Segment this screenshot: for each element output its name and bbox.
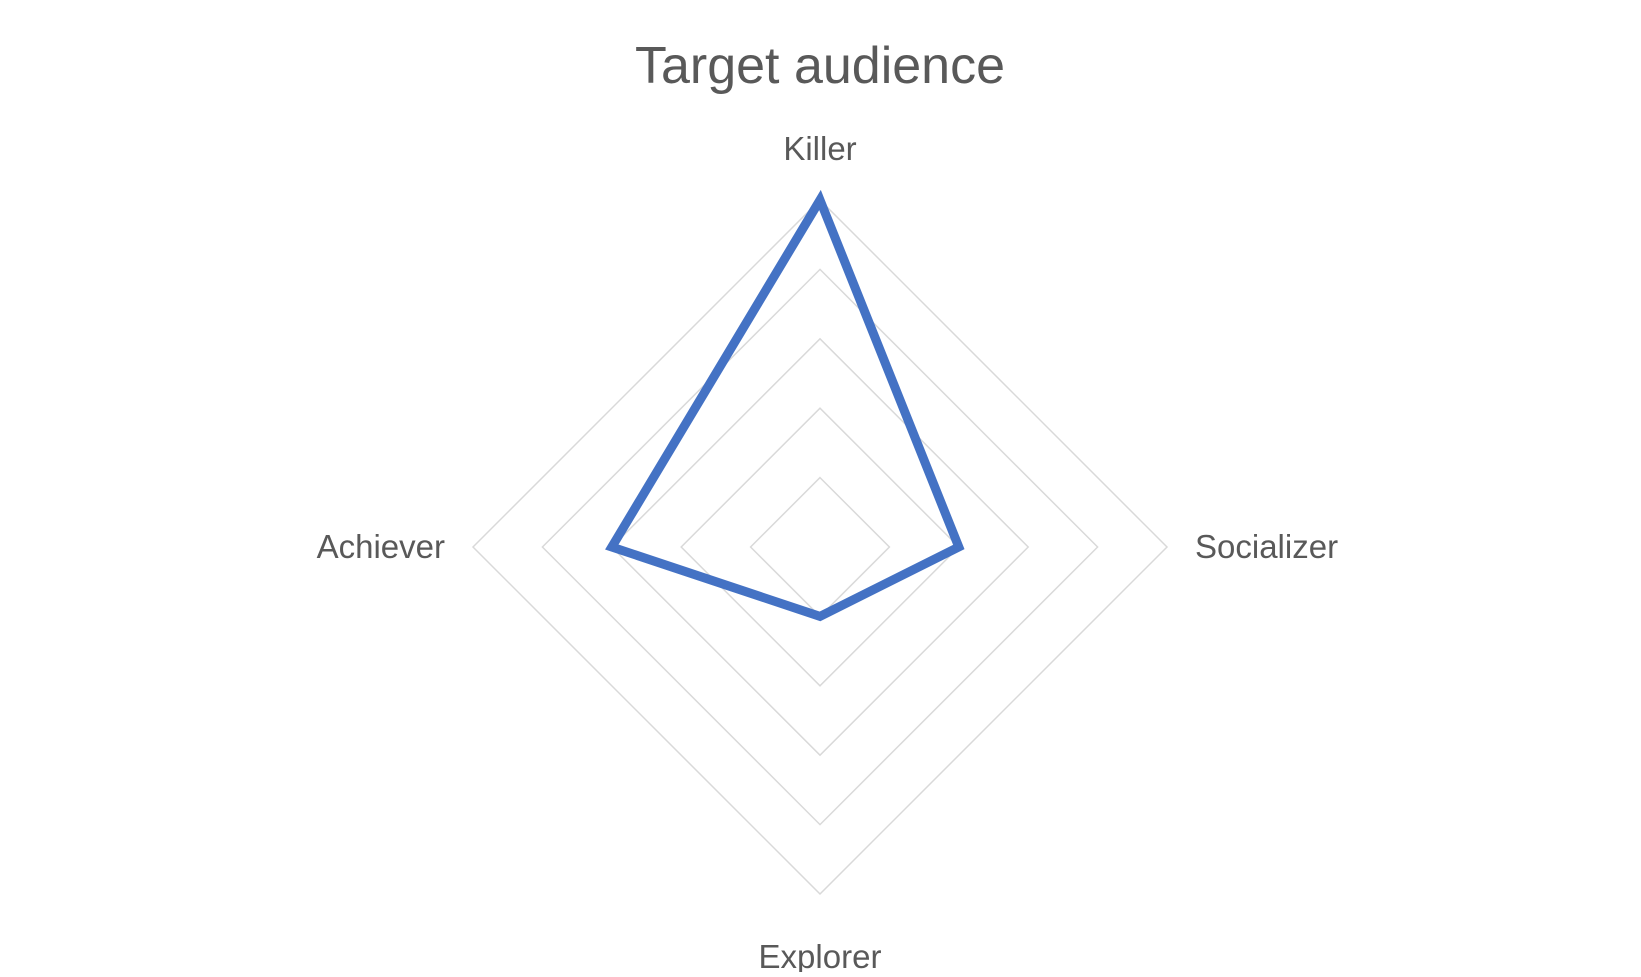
chart-title: Target audience xyxy=(635,37,1005,95)
radar-series xyxy=(605,189,965,622)
grid-ring-3 xyxy=(610,337,1030,757)
radar-chart: Target audience Killer Socializer Explorer… xyxy=(0,0,1641,975)
radar-chart-svg: Target audience Killer Socializer Explorer… xyxy=(317,37,1338,975)
axis-label-explorer: Explorer xyxy=(759,938,882,972)
axis-label-killer: Killer xyxy=(783,130,856,167)
axis-label-achiever: Achiever xyxy=(317,528,445,565)
axis-label-socializer: Socializer xyxy=(1195,528,1338,565)
radar-grid xyxy=(471,198,1169,896)
series-line-1 xyxy=(605,189,965,622)
radar-axis-labels: Killer Socializer Explorer Achiever xyxy=(317,130,1338,975)
grid-ring-5 xyxy=(471,198,1169,896)
